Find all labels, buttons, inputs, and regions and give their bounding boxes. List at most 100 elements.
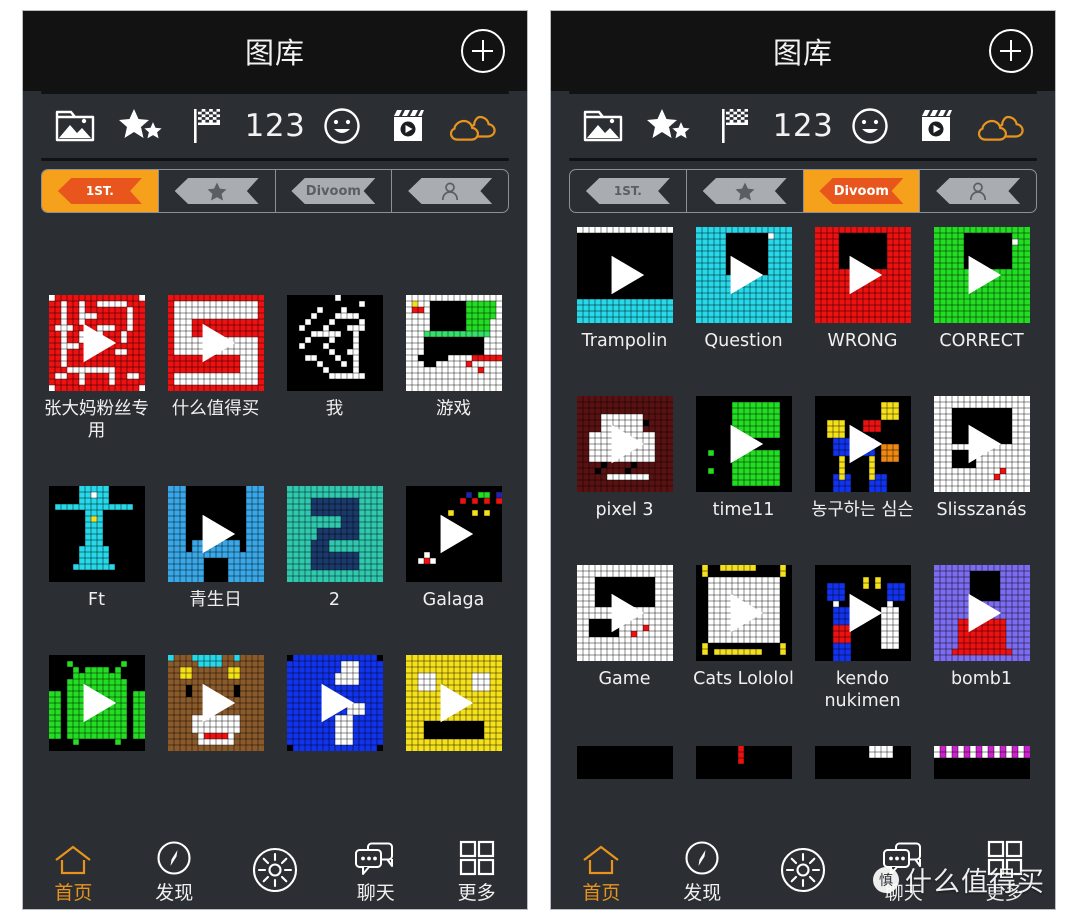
list-item[interactable]: 什么值得买 xyxy=(156,295,275,442)
list-item[interactable]: bomb1 xyxy=(922,565,1041,712)
list-item[interactable]: Ft xyxy=(37,486,156,611)
nav-item-discover[interactable]: 发现 xyxy=(124,836,225,905)
pixel-art-thumbnail[interactable] xyxy=(48,486,145,582)
list-item[interactable]: 青生日 xyxy=(156,486,275,611)
pixel-art-thumbnail[interactable] xyxy=(576,396,673,492)
list-item[interactable] xyxy=(922,746,1041,779)
smiley-face-icon[interactable] xyxy=(314,102,370,150)
list-item[interactable] xyxy=(803,746,922,779)
list-item[interactable]: 농구하는 심슨 xyxy=(803,396,922,521)
pixel-art-thumbnail[interactable] xyxy=(167,655,264,751)
pixel-art-thumbnail[interactable] xyxy=(576,746,673,779)
pixel-art-thumbnail[interactable] xyxy=(814,746,911,779)
pixel-art-thumbnail[interactable] xyxy=(167,295,264,391)
list-item[interactable] xyxy=(565,746,684,779)
gallery-scroll-area[interactable]: Trampolin Question WRONG CORRECT pixel 3… xyxy=(551,213,1055,779)
plus-circle-icon[interactable] xyxy=(989,29,1033,73)
nav-item-discover[interactable]: 发现 xyxy=(652,836,753,905)
pixel-art-thumbnail[interactable] xyxy=(48,295,145,391)
numbers-icon[interactable]: 123 xyxy=(245,102,305,150)
list-item[interactable]: 我 xyxy=(275,295,394,442)
plus-circle-icon[interactable] xyxy=(461,29,505,73)
pixel-art-thumbnail[interactable] xyxy=(695,565,792,661)
pixel-art-thumbnail[interactable] xyxy=(814,227,911,323)
pixel-art-thumbnail[interactable] xyxy=(576,227,673,323)
clapperboard-play-icon[interactable] xyxy=(908,102,964,150)
clapperboard-play-icon[interactable] xyxy=(380,102,436,150)
tab-divoom[interactable]: Divoom xyxy=(276,170,393,212)
list-item[interactable]: Galaga xyxy=(394,486,513,611)
list-item[interactable] xyxy=(394,655,513,751)
pixel-art-thumbnail[interactable] xyxy=(286,295,383,391)
tab-star[interactable] xyxy=(159,170,276,212)
pixel-art-thumbnail[interactable] xyxy=(695,396,792,492)
list-item[interactable]: CORRECT xyxy=(922,227,1041,352)
pixel-art-thumbnail[interactable] xyxy=(814,396,911,492)
list-item[interactable]: WRONG xyxy=(803,227,922,352)
checkered-flag-icon[interactable] xyxy=(708,102,764,150)
tab-divoom-label: Divoom xyxy=(305,183,361,199)
tab-divoom[interactable]: Divoom xyxy=(803,170,921,212)
list-item[interactable] xyxy=(684,746,803,779)
pixel-art-thumbnail[interactable] xyxy=(405,486,502,582)
stars-icon[interactable] xyxy=(114,102,170,150)
list-item[interactable] xyxy=(275,655,394,751)
nav-item-more[interactable]: 更多 xyxy=(426,836,527,905)
list-item[interactable]: 张大妈粉丝专用 xyxy=(37,295,156,442)
smiley-face-icon[interactable] xyxy=(842,102,898,150)
clouds-icon[interactable] xyxy=(447,102,503,150)
tab-rank[interactable]: 1ST. xyxy=(570,170,687,212)
pixel-art-thumbnail[interactable] xyxy=(405,655,502,751)
item-caption: 농구하는 심슨 xyxy=(811,500,914,520)
pixel-art-thumbnail[interactable] xyxy=(933,746,1030,779)
nav-item-more[interactable]: 更多 xyxy=(954,836,1055,905)
pixel-art-thumbnail[interactable] xyxy=(695,746,792,779)
pixel-art-thumbnail[interactable] xyxy=(933,396,1030,492)
tab-user[interactable] xyxy=(920,170,1036,212)
pixel-art-thumbnail[interactable] xyxy=(286,486,383,582)
photo-folder-icon[interactable] xyxy=(575,102,631,150)
list-item[interactable]: time11 xyxy=(684,396,803,521)
pixel-art-thumbnail[interactable] xyxy=(814,565,911,661)
pixel-art-thumbnail[interactable] xyxy=(933,227,1030,323)
nav-item-home[interactable]: 首页 xyxy=(23,836,124,905)
pixel-art-thumbnail[interactable] xyxy=(576,565,673,661)
list-item[interactable] xyxy=(394,213,513,235)
list-item[interactable]: pixel 3 xyxy=(565,396,684,521)
list-item[interactable] xyxy=(156,213,275,235)
nav-item-chat[interactable]: 聊天 xyxy=(853,836,954,905)
gallery-scroll-area[interactable]: 张大妈粉丝专用 什么值得买 我 游戏 Ft 青生日 2 Galaga xyxy=(23,213,527,779)
nav-item-center[interactable] xyxy=(225,847,326,893)
pixel-art-thumbnail[interactable] xyxy=(405,295,502,391)
tab-user[interactable] xyxy=(392,170,508,212)
list-item[interactable] xyxy=(156,655,275,751)
list-item[interactable]: Question xyxy=(684,227,803,352)
pixel-art-thumbnail[interactable] xyxy=(286,655,383,751)
gallery-row: 张大妈粉丝专用 什么值得买 我 游戏 xyxy=(23,295,527,442)
nav-item-center[interactable] xyxy=(753,847,854,893)
nav-item-chat[interactable]: 聊天 xyxy=(325,836,426,905)
list-item[interactable]: 2 xyxy=(275,486,394,611)
list-item[interactable]: 游戏 xyxy=(394,295,513,442)
list-item[interactable] xyxy=(275,213,394,235)
list-item[interactable]: Cats Lololol xyxy=(684,565,803,712)
checkered-flag-icon[interactable] xyxy=(180,102,236,150)
numbers-icon[interactable]: 123 xyxy=(773,102,833,150)
pixel-art-thumbnail[interactable] xyxy=(48,655,145,751)
tab-star[interactable] xyxy=(687,170,804,212)
list-item[interactable] xyxy=(37,655,156,751)
clouds-icon[interactable] xyxy=(975,102,1031,150)
list-item[interactable] xyxy=(37,213,156,235)
list-item[interactable]: Trampolin xyxy=(565,227,684,352)
list-item[interactable]: Game xyxy=(565,565,684,712)
tab-divoom-label: Divoom xyxy=(833,183,889,199)
pixel-art-thumbnail[interactable] xyxy=(167,486,264,582)
nav-item-home[interactable]: 首页 xyxy=(551,836,652,905)
tab-rank[interactable]: 1ST. xyxy=(42,170,159,212)
photo-folder-icon[interactable] xyxy=(47,102,103,150)
pixel-art-thumbnail[interactable] xyxy=(695,227,792,323)
list-item[interactable]: kendo nukimen xyxy=(803,565,922,712)
pixel-art-thumbnail[interactable] xyxy=(933,565,1030,661)
list-item[interactable]: Slisszanás xyxy=(922,396,1041,521)
stars-icon[interactable] xyxy=(642,102,698,150)
